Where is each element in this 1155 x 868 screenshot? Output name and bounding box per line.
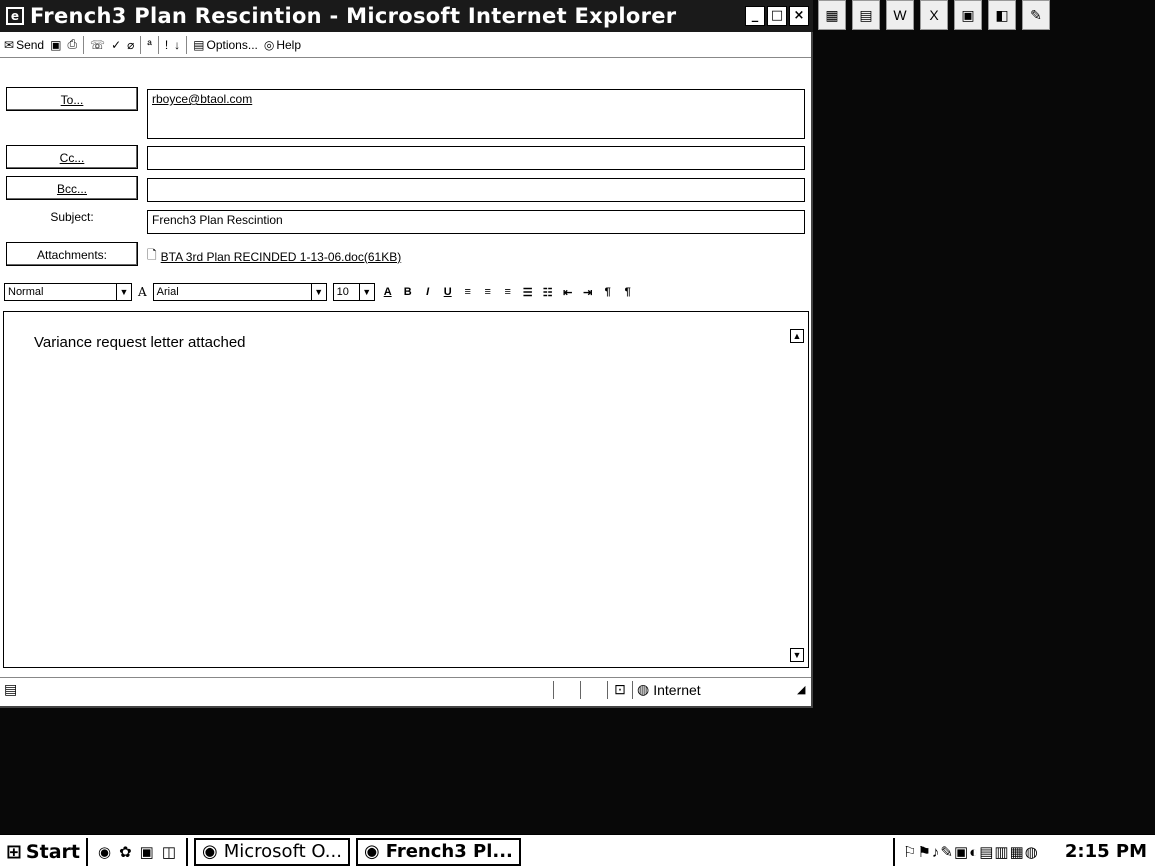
to-button[interactable]: To... [6,87,138,111]
document-icon: 🗋 [147,248,157,262]
subject-label: Subject: [50,210,94,224]
address-book-icon[interactable]: ☏ [90,38,105,52]
attachment-item[interactable]: 🗋 BTA 3rd Plan RECINDED 1-13-06.doc(61KB… [147,246,401,267]
chevron-down-icon[interactable]: ▼ [310,284,326,300]
ie-icon: ◉ [363,841,380,862]
send-label: Send [16,37,45,52]
importance-high-icon[interactable]: ! [165,38,168,52]
maximize-button[interactable]: □ [767,6,787,26]
app-icon[interactable]: ▣ [954,0,982,30]
subject-value: French3 Plan Rescintion [152,213,283,227]
align-center-icon[interactable]: ≡ [481,286,495,298]
app-icon[interactable]: ◧ [988,0,1016,30]
check-names-icon[interactable]: ✓ [111,38,121,52]
print-icon[interactable]: ⎙ [67,37,77,52]
status-bar: ▤ ⊡ ◍ Internet ◢ [0,677,811,701]
to-field[interactable]: rboyce@btaol.com [147,89,805,139]
zone-label: Internet [653,681,701,698]
attachments-button[interactable]: Attachments: [6,242,138,266]
rtl-icon[interactable]: ¶ [621,286,635,298]
font-select[interactable]: Arial ▼ [152,283,327,301]
task-label: French3 Pl... [385,841,513,862]
align-left-icon[interactable]: ≡ [461,286,475,298]
scroll-up-button[interactable]: ▲ [790,329,804,343]
app-icon[interactable]: W [886,0,914,30]
start-label: Start [25,840,80,863]
size-value: 10 [336,286,349,298]
page-icon: ▤ [4,681,18,697]
font-value: Arial [156,286,179,298]
bcc-field[interactable] [147,178,805,202]
font-icon: A [138,285,147,299]
taskbar-item-microsoft[interactable]: ◉ Microsoft O... [194,837,350,866]
desktop-toolbar: ▦ ▤ W X ▣ ◧ ✎ [818,0,1050,30]
ltr-icon[interactable]: ¶ [601,286,615,298]
clock[interactable]: 2:15 PM [1065,841,1147,862]
help-label: Help [276,37,302,52]
spelling-icon[interactable]: ª [147,38,151,52]
bullet-list-icon[interactable]: ☰ [521,286,535,299]
importance-low-icon[interactable]: ↓ [174,38,180,52]
app-icon[interactable]: ✎ [1022,0,1050,30]
taskbar: ⊞ Start ◉ ✿ ▣ ◫ ◉ Microsoft O... ◉ Frenc… [0,834,1155,868]
outdent-icon[interactable]: ⇤ [561,286,575,299]
ie-icon: ◉ [202,841,218,862]
app-icon[interactable]: X [920,0,948,30]
send-button[interactable]: ✉ Send [4,38,44,52]
media-launch-icon[interactable]: ◫ [162,843,176,861]
message-body[interactable]: Variance request letter attached ▲ ▼ [3,311,809,668]
globe-icon: ◍ [637,681,650,697]
cc-field[interactable] [147,146,805,170]
compose-window: e French3 Plan Rescintion - Microsoft In… [0,0,813,708]
options-label: Options... [206,37,258,52]
title-bar: e French3 Plan Rescintion - Microsoft In… [0,0,813,32]
chevron-down-icon[interactable]: ▼ [358,284,374,300]
style-value: Normal [8,286,44,298]
system-tray: ⚐⚑♪✎▣◐▤▥▦◍ 2:15 PM [893,837,1155,866]
style-select[interactable]: Normal ▼ [4,283,132,301]
save-icon[interactable]: ▣ [50,38,61,52]
options-icon: ▤ [193,37,205,52]
taskbar-item-french3[interactable]: ◉ French3 Pl... [355,837,521,866]
start-button[interactable]: ⊞ Start [0,837,88,866]
ie-icon: e [6,7,24,25]
align-right-icon[interactable]: ≡ [501,286,515,298]
windows-logo-icon: ⊞ [6,840,22,863]
size-select[interactable]: 10 ▼ [332,283,375,301]
italic-button[interactable]: I [421,286,435,298]
to-recipient[interactable]: rboyce@btaol.com [152,92,252,106]
chevron-down-icon[interactable]: ▼ [116,284,131,300]
lock-icon: ⊡ [607,680,632,699]
help-button[interactable]: ◎ Help [264,38,301,52]
formatting-toolbar: Normal ▼ A Arial ▼ 10 ▼ A B I U ≡ ≡ ≡ ☰ … [4,281,810,303]
ie-launch-icon[interactable]: ◉ [98,843,111,861]
app-icon[interactable]: ▤ [852,0,880,30]
bcc-button[interactable]: Bcc... [6,176,138,200]
app-icon[interactable]: ▦ [818,0,846,30]
minimize-button[interactable]: _ [745,6,765,26]
subject-field[interactable]: French3 Plan Rescintion [147,210,805,234]
bold-button[interactable]: B [401,286,415,298]
scroll-down-button[interactable]: ▼ [790,648,804,662]
resize-grip[interactable]: ◢ [797,683,811,696]
options-button[interactable]: ▤ Options... [193,38,258,52]
close-button[interactable]: × [789,6,809,26]
send-icon: ✉ [4,37,15,52]
help-icon: ◎ [263,37,275,52]
desktop-launch-icon[interactable]: ▣ [140,843,154,861]
number-list-icon[interactable]: ☷ [541,286,555,299]
task-label: Microsoft O... [223,841,342,862]
body-text: Variance request letter attached [34,334,246,351]
window-title: French3 Plan Rescintion - Microsoft Inte… [30,4,677,28]
attach-icon[interactable]: ⌀ [127,38,134,52]
attachment-link[interactable]: BTA 3rd Plan RECINDED 1-13-06.doc(61KB) [161,250,402,264]
underline-button[interactable]: U [441,286,455,298]
outlook-launch-icon[interactable]: ✿ [119,843,132,861]
quick-launch: ◉ ✿ ▣ ◫ [88,837,189,866]
cc-button[interactable]: Cc... [6,145,138,169]
mail-toolbar: ✉ Send ▣ ⎙ ☏ ✓ ⌀ ª ! ↓ ▤ Options... ◎ He… [0,32,811,58]
tray-icons[interactable]: ⚐⚑♪✎▣◐▤▥▦◍ [903,843,1039,861]
indent-icon[interactable]: ⇥ [581,286,595,299]
font-color-button[interactable]: A [381,286,395,298]
